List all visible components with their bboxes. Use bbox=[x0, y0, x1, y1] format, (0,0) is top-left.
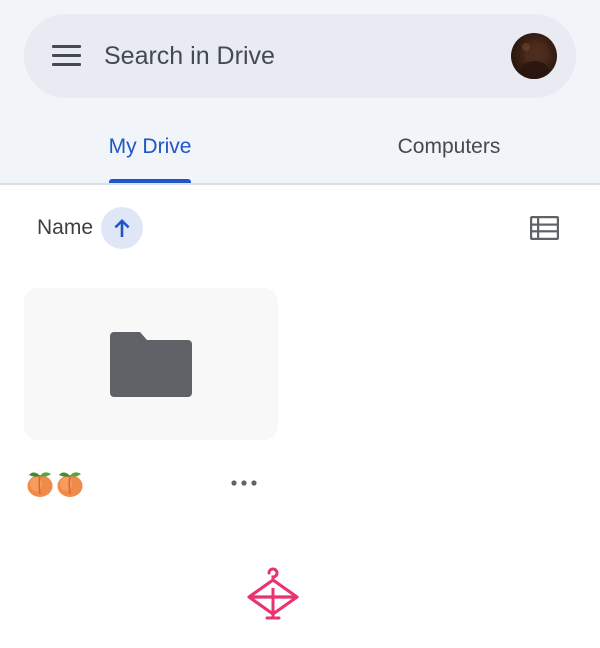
search-input[interactable]: Search in Drive bbox=[104, 40, 275, 72]
menu-icon[interactable] bbox=[52, 44, 82, 68]
arrow-up-icon bbox=[114, 219, 130, 237]
peach-icon bbox=[26, 468, 54, 498]
account-avatar[interactable] bbox=[511, 33, 557, 79]
hanger-logo-icon bbox=[245, 566, 301, 622]
peach-icon bbox=[56, 468, 84, 498]
folder-name bbox=[26, 467, 84, 499]
tab-computers[interactable]: Computers bbox=[359, 132, 539, 162]
sort-direction-button[interactable] bbox=[101, 207, 143, 249]
more-horizontal-icon bbox=[231, 480, 257, 486]
more-options-button[interactable] bbox=[226, 470, 262, 496]
folder-icon bbox=[110, 331, 192, 398]
sort-by-name-label[interactable]: Name bbox=[37, 213, 93, 243]
header-divider bbox=[0, 183, 600, 185]
tab-my-drive[interactable]: My Drive bbox=[60, 132, 240, 162]
list-view-icon[interactable] bbox=[529, 215, 560, 241]
